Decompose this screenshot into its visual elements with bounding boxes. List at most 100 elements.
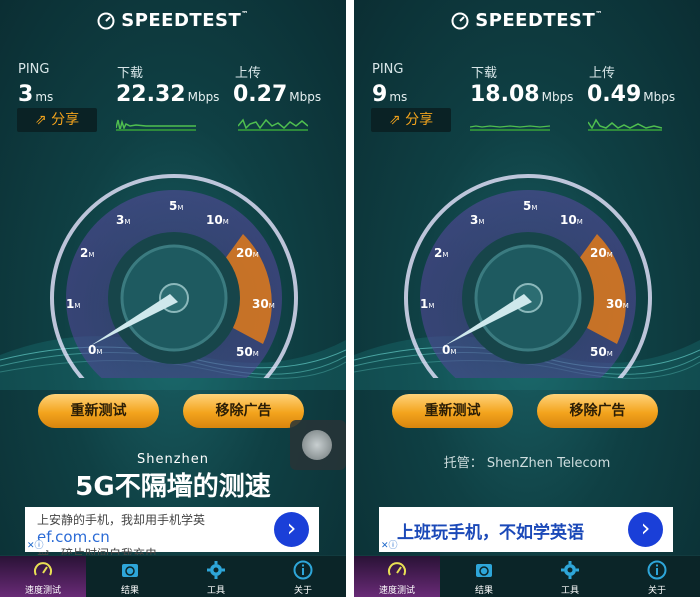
tab-speedtest[interactable]: 速度测试 [354, 556, 440, 597]
screen-divider [346, 0, 354, 597]
ad-banner[interactable]: 上安静的手机，我却用手机学英 ef.com.cn 钟，碎片时间自我充电 › [25, 507, 319, 561]
ad-close-icon[interactable]: ✕ⓘ [379, 540, 400, 552]
retest-button[interactable]: 重新测试 [392, 394, 513, 428]
gauge-unit: M [177, 204, 183, 212]
download-label: 下载 [117, 66, 144, 81]
ping-unit: ms [35, 90, 54, 104]
upload-sparkline [588, 118, 662, 131]
gauge-unit: M [450, 348, 456, 356]
remove-ads-button[interactable]: 移除广告 [537, 394, 658, 428]
upload-number: 0.49 [587, 82, 642, 107]
remove-ads-button[interactable]: 移除广告 [183, 394, 304, 428]
gauge-unit: M [623, 302, 629, 310]
ad-arrow-icon[interactable]: › [628, 512, 663, 547]
gear-icon [207, 561, 225, 579]
download-unit: Mbps [187, 90, 220, 104]
download-label: 下载 [471, 66, 498, 81]
upload-value: 0.49 Mbps [587, 82, 675, 107]
app-name: SPEEDTEST [121, 10, 242, 31]
app-logo: SPEEDTEST™ [354, 10, 700, 31]
app-name: SPEEDTEST [475, 10, 596, 31]
share-button[interactable]: ⇗ 分享 [371, 108, 451, 132]
download-sparkline [470, 125, 550, 131]
ping-value: 9 ms [372, 82, 407, 107]
trademark: ™ [241, 10, 249, 18]
tab-label: 关于 [647, 586, 666, 596]
upload-value: 0.27 Mbps [233, 82, 321, 107]
host-info: 托管： ShenZhen Telecom [443, 456, 611, 471]
screen-left: SPEEDTEST™ PING 3 ms 下载 22.32 Mbps 上传 0.27… [0, 0, 346, 597]
trademark: ™ [595, 10, 603, 18]
bottom-tab-bar: 速度测试 结果 工具 关于 [0, 555, 346, 597]
speedometer-logo-icon [97, 12, 115, 30]
tab-label: 速度测试 [24, 586, 61, 596]
ad-banner[interactable]: 上班玩手机，不如学英语 › [379, 507, 673, 552]
tab-speedtest[interactable]: 速度测试 [0, 556, 86, 597]
gauge-unit: M [428, 302, 434, 310]
upload-label: 上传 [235, 66, 262, 81]
app-logo: SPEEDTEST™ [0, 10, 346, 31]
download-sparkline [116, 119, 196, 131]
ping-label: PING [372, 62, 404, 77]
tab-tools[interactable]: 工具 [173, 556, 259, 597]
gauge-unit: M [74, 302, 80, 310]
gauge-unit: M [96, 348, 102, 356]
share-icon: ⇗ [388, 112, 401, 128]
gauge-unit: M [253, 251, 259, 259]
share-label: 分享 [405, 112, 434, 128]
results-icon [476, 564, 492, 577]
download-unit: Mbps [541, 90, 574, 104]
gauge-unit: M [607, 251, 613, 259]
gauge-unit: M [478, 218, 484, 226]
ad-headline: 上班玩手机，不如学英语 [397, 523, 584, 543]
info-icon [293, 560, 313, 580]
share-icon: ⇗ [34, 112, 47, 128]
tab-label: 工具 [206, 586, 225, 596]
speedometer-logo-icon [451, 12, 469, 30]
share-button[interactable]: ⇗ 分享 [17, 108, 97, 132]
floating-assistive-button[interactable] [290, 420, 346, 470]
gauge-unit: M [88, 251, 94, 259]
gauge-icon [34, 562, 52, 576]
info-icon [647, 560, 667, 580]
download-value: 18.08 Mbps [470, 82, 573, 107]
ad-close-icon[interactable]: ✕ⓘ [25, 540, 46, 552]
upload-sparkline [238, 118, 308, 131]
tab-about[interactable]: 关于 [260, 556, 346, 597]
tab-label: 关于 [293, 586, 312, 596]
ad-line-1: 上安静的手机，我却用手机学英 [37, 513, 206, 527]
download-number: 18.08 [470, 82, 540, 107]
bottom-tab-bar: 速度测试 结果 工具 关于 [354, 555, 700, 597]
gauge-icon [388, 562, 406, 576]
ad-url: ef.com.cn [37, 528, 110, 546]
tab-results[interactable]: 结果 [87, 556, 173, 597]
download-number: 22.32 [116, 82, 186, 107]
ping-unit: ms [389, 90, 408, 104]
tab-results[interactable]: 结果 [441, 556, 527, 597]
gauge-unit: M [577, 218, 583, 226]
tab-tools[interactable]: 工具 [527, 556, 613, 597]
upload-unit: Mbps [643, 90, 676, 104]
ad-arrow-icon[interactable]: › [274, 512, 309, 547]
tab-label: 结果 [474, 586, 493, 596]
ping-number: 3 [18, 82, 34, 107]
results-icon [122, 564, 138, 577]
gauge-unit: M [442, 251, 448, 259]
gauge-unit: M [223, 218, 229, 226]
tab-label: 工具 [560, 586, 579, 596]
download-value: 22.32 Mbps [116, 82, 219, 107]
upload-unit: Mbps [289, 90, 322, 104]
ping-number: 9 [372, 82, 388, 107]
promo-headline: 5G不隔墙的测速 [75, 472, 271, 502]
assistive-knob-icon [302, 430, 332, 460]
tab-about[interactable]: 关于 [614, 556, 700, 597]
speed-gauge: 0M 1M 2M 3M 5M 10M 20M 30M 50M [404, 174, 652, 378]
tab-label: 结果 [120, 586, 139, 596]
speed-gauge: 0M 1M 2M 3M 5M 10M 20M 30M 50M [50, 174, 298, 378]
screen-right: SPEEDTEST™ PING 9 ms 下载 18.08 Mbps 上传 0.49… [354, 0, 700, 597]
ping-value: 3 ms [18, 82, 53, 107]
gauge-unit: M [531, 204, 537, 212]
share-label: 分享 [51, 112, 80, 128]
retest-button[interactable]: 重新测试 [38, 394, 159, 428]
tab-label: 速度测试 [378, 586, 415, 596]
